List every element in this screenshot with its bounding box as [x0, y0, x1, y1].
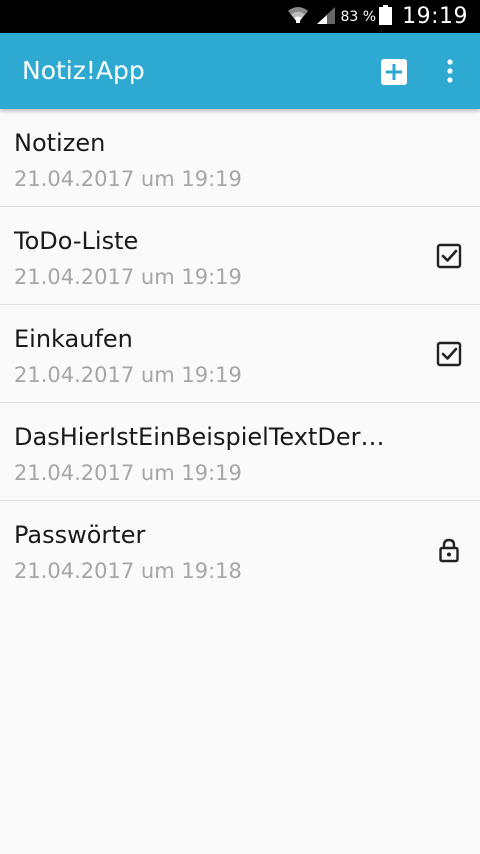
- note-date: 21.04.2017 um 19:19: [14, 167, 242, 191]
- notes-list: Notizen 21.04.2017 um 19:19 ToDo-Liste 2…: [0, 109, 480, 599]
- battery-percent: 83 %: [340, 8, 377, 25]
- app-bar: Notiz!App: [0, 33, 480, 109]
- note-date: 21.04.2017 um 19:19: [14, 265, 242, 289]
- note-title: Einkaufen: [14, 325, 133, 353]
- overflow-menu-icon: [447, 59, 453, 83]
- status-time: 19:19: [402, 4, 468, 29]
- note-title: Passwörter: [14, 521, 146, 549]
- list-item[interactable]: ToDo-Liste 21.04.2017 um 19:19: [0, 207, 480, 305]
- list-item[interactable]: Notizen 21.04.2017 um 19:19: [0, 109, 480, 207]
- note-title: ToDo-Liste: [14, 227, 139, 255]
- signal-icon: [315, 5, 337, 29]
- app-title: Notiz!App: [22, 56, 145, 85]
- list-item[interactable]: Passwörter 21.04.2017 um 19:18: [0, 501, 480, 599]
- lock-icon: [439, 538, 459, 563]
- add-note-button[interactable]: [380, 59, 408, 85]
- note-title: Notizen: [14, 129, 106, 157]
- battery-icon: [379, 4, 393, 29]
- list-item[interactable]: DasHierIstEinBeispielTextDer… 21.04.2017…: [0, 403, 480, 501]
- add-icon: [381, 59, 407, 85]
- note-title: DasHierIstEinBeispielTextDer…: [14, 423, 385, 451]
- note-date: 21.04.2017 um 19:18: [14, 559, 242, 583]
- checkbox-icon: [436, 243, 462, 269]
- note-date: 21.04.2017 um 19:19: [14, 461, 242, 485]
- note-date: 21.04.2017 um 19:19: [14, 363, 242, 387]
- list-item[interactable]: Einkaufen 21.04.2017 um 19:19: [0, 305, 480, 403]
- overflow-menu-button[interactable]: [436, 55, 464, 87]
- status-bar: 83 % 19:19: [0, 0, 480, 33]
- wifi-icon: [287, 5, 309, 29]
- checkbox-icon: [436, 341, 462, 367]
